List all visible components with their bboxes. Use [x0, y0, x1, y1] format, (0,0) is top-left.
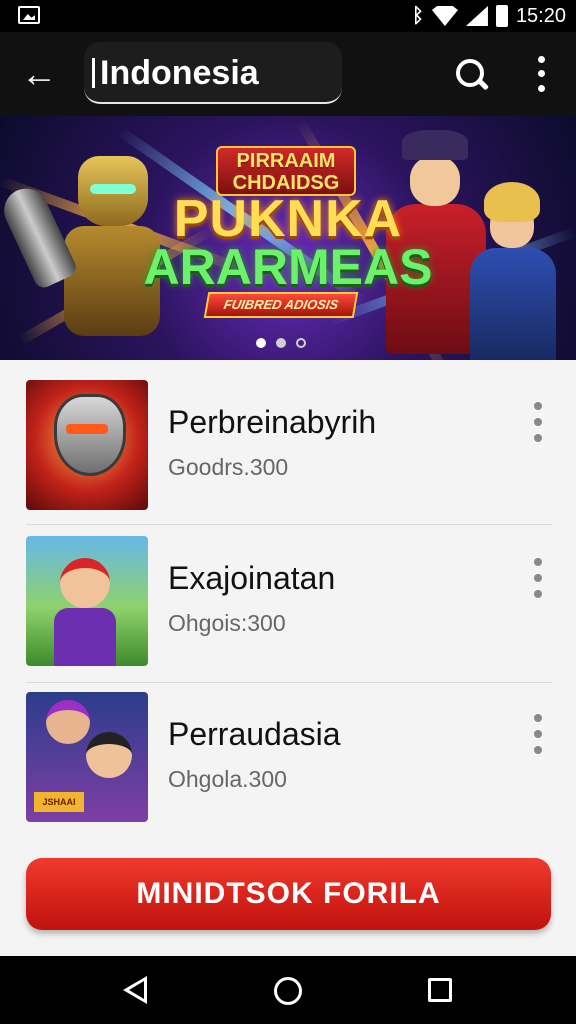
signal-icon: [465, 6, 488, 26]
text-cursor: [92, 58, 95, 88]
divider: [26, 682, 552, 683]
nav-back-icon[interactable]: [123, 976, 147, 1004]
item-more-icon[interactable]: [526, 402, 550, 442]
divider: [26, 524, 552, 525]
list-item[interactable]: JSHAAI Perraudasia Ohgola.300: [26, 692, 552, 822]
banner-badge-line1: PIRRAAIM: [236, 150, 336, 172]
list-item-subtitle: Ohgois:300: [168, 610, 286, 636]
clock: 15:20: [515, 4, 566, 27]
wifi-icon: [431, 6, 458, 26]
carousel-dot-3[interactable]: [296, 338, 306, 348]
list-item-subtitle: Goodrs.300: [168, 454, 289, 480]
banner-headline-2: ARARMEAS: [143, 239, 433, 295]
bluetooth-icon: ᛒ: [411, 4, 424, 27]
list-item[interactable]: Perbreinabyrih Goodrs.300: [26, 380, 552, 510]
more-options-icon[interactable]: [524, 52, 558, 96]
list-item-title: Perraudasia: [168, 716, 341, 752]
game-thumbnail: [26, 380, 148, 510]
app-bar: ← Indonesia: [0, 32, 576, 116]
banner-badge: PIRRAAIM CHDAIDSG: [216, 146, 356, 196]
list-item[interactable]: Exajoinatan Ohgois:300: [26, 536, 552, 666]
navigation-bar: [0, 956, 576, 1024]
item-more-icon[interactable]: [526, 714, 550, 754]
item-more-icon[interactable]: [526, 558, 550, 598]
nav-recents-icon[interactable]: [428, 978, 452, 1002]
banner-headline-1: PUKNKA: [173, 190, 403, 248]
carousel-indicator: [256, 338, 306, 348]
promo-banner[interactable]: PIRRAAIM CHDAIDSG PUKNKA ARARMEAS FUIBRE…: [0, 116, 576, 360]
list-item-title: Perbreinabyrih: [168, 404, 377, 440]
game-thumbnail: JSHAAI: [26, 692, 148, 822]
battery-icon: [495, 5, 508, 27]
gallery-notification-icon: [18, 6, 40, 24]
nav-home-icon[interactable]: [274, 977, 302, 1005]
game-thumbnail: [26, 536, 148, 666]
page-title: Indonesia: [100, 54, 259, 92]
thumbnail-logo: JSHAAI: [34, 792, 84, 812]
list-item-title: Exajoinatan: [168, 560, 336, 596]
carousel-dot-1[interactable]: [256, 338, 266, 348]
carousel-dot-2[interactable]: [276, 338, 286, 348]
banner-ribbon: FUIBRED ADIOSIS: [203, 292, 359, 318]
back-arrow-icon[interactable]: ←: [18, 54, 60, 94]
title-field[interactable]: Indonesia: [84, 42, 342, 104]
list-item-subtitle: Ohgola.300: [168, 766, 287, 792]
boy-character: [470, 182, 560, 360]
primary-action-button[interactable]: MINIDTSOK FORILA: [26, 858, 551, 930]
search-icon[interactable]: [450, 54, 492, 96]
status-bar: ᛒ 15:20: [0, 0, 576, 32]
